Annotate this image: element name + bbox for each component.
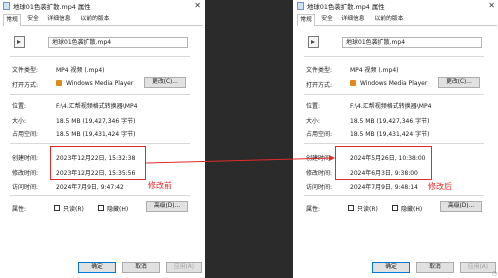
modified-label: 修改时间:: [12, 170, 39, 177]
location-value: F:\4.汇帮视频格式转换器\MP4: [350, 103, 432, 110]
media-player-icon: [350, 80, 356, 86]
video-file-icon: [14, 36, 25, 48]
before-note: 修改前: [148, 181, 172, 190]
cancel-button[interactable]: 取消: [416, 262, 454, 273]
opens-with-value: Windows Media Player: [66, 80, 134, 87]
readonly-checkbox[interactable]: [348, 205, 354, 211]
tab-divider: [297, 25, 497, 26]
disk-size-value: 18.5 MB (19,431,424 字节): [56, 131, 136, 138]
filename-field[interactable]: 地球01色袭扩散.mp4: [48, 37, 188, 48]
location-label: 位置:: [12, 103, 27, 110]
apply-button[interactable]: 应用(A): [460, 262, 496, 273]
divider: [304, 195, 484, 196]
created-label: 创建时间:: [12, 155, 39, 162]
divider: [10, 94, 190, 95]
file-icon: [3, 2, 10, 10]
ok-button[interactable]: 确定: [78, 262, 116, 273]
disk-size-value: 18.5 MB (19,431,424 字节): [350, 131, 430, 138]
divider: [304, 56, 484, 57]
attributes-label: 属性:: [306, 206, 321, 213]
properties-dialog-before: 地球01色袭扩散.mp4 属性 ✕ 常规 安全 详细信息 以前的版本 地球01色…: [0, 0, 204, 278]
size-value: 18.5 MB (19,427,346 字节): [56, 118, 136, 125]
window-title: 地球01色袭扩散.mp4 属性: [13, 3, 91, 11]
accessed-value: 2024年7月9日, 9:47:42: [56, 184, 124, 191]
advanced-button[interactable]: 高级(D)...: [146, 201, 188, 212]
divider: [10, 195, 190, 196]
tab-security[interactable]: 安全: [25, 14, 41, 25]
accessed-value: 2024年7月9日, 9:48:14: [350, 184, 418, 191]
change-button[interactable]: 更改(C)...: [144, 77, 186, 88]
size-value: 18.5 MB (19,427,346 字节): [350, 118, 430, 125]
disk-size-label: 占用空间:: [306, 131, 333, 138]
readonly-label: 只读(R): [63, 206, 84, 213]
tab-divider: [3, 25, 203, 26]
hidden-checkbox[interactable]: [98, 205, 104, 211]
opens-with-label: 打开方式:: [306, 82, 333, 89]
hidden-label: 隐藏(H): [401, 206, 423, 213]
title-bar: 地球01色袭扩散.mp4 属性 ✕: [0, 0, 204, 12]
title-bar: 地球01色袭扩散.mp4 属性 ✕: [294, 0, 498, 12]
cancel-button[interactable]: 取消: [122, 262, 160, 273]
ok-button[interactable]: 确定: [372, 262, 410, 273]
modified-label: 修改时间:: [306, 170, 333, 177]
highlight-box: [335, 146, 432, 180]
type-label: 文件类型:: [306, 67, 333, 74]
divider: [304, 94, 484, 95]
size-label: 大小:: [306, 118, 321, 125]
readonly-checkbox[interactable]: [54, 205, 60, 211]
created-label: 创建时间:: [306, 155, 333, 162]
divider: [10, 143, 190, 144]
tab-details[interactable]: 详细信息: [45, 14, 73, 25]
hidden-label: 隐藏(H): [107, 206, 129, 213]
tab-general[interactable]: 常规: [297, 14, 315, 26]
video-file-icon: [308, 36, 319, 48]
type-value: MP4 视频 (.mp4): [56, 67, 105, 74]
accessed-label: 访问时间:: [12, 184, 39, 191]
after-note: 修改后: [428, 182, 452, 191]
background-divider: [205, 0, 293, 278]
disk-size-label: 占用空间:: [12, 131, 39, 138]
file-icon: [297, 2, 304, 10]
location-label: 位置:: [306, 103, 321, 110]
tab-previous-versions[interactable]: 以前的版本: [77, 14, 113, 25]
type-value: MP4 视频 (.mp4): [350, 67, 399, 74]
attributes-label: 属性:: [12, 206, 27, 213]
change-button[interactable]: 更改(C)...: [438, 77, 480, 88]
advanced-button[interactable]: 高级(D)...: [440, 201, 482, 212]
filename-field[interactable]: 地球01色袭扩散.mp4: [342, 37, 482, 48]
divider: [10, 56, 190, 57]
close-icon[interactable]: ✕: [194, 1, 201, 10]
apply-button[interactable]: 应用(A): [166, 262, 202, 273]
tab-previous-versions[interactable]: 以前的版本: [371, 14, 407, 25]
watermark-icon: ◔: [491, 270, 497, 277]
properties-dialog-after: 地球01色袭扩散.mp4 属性 ✕ 常规 安全 详细信息 以前的版本 地球01色…: [294, 0, 498, 278]
highlight-box: [50, 146, 146, 180]
location-value: F:\4.汇帮视频格式转换器\MP4: [56, 103, 138, 110]
tab-details[interactable]: 详细信息: [339, 14, 367, 25]
hidden-checkbox[interactable]: [392, 205, 398, 211]
size-label: 大小:: [12, 118, 27, 125]
media-player-icon: [56, 80, 62, 86]
opens-with-label: 打开方式:: [12, 82, 39, 89]
tab-security[interactable]: 安全: [319, 14, 335, 25]
tab-general[interactable]: 常规: [3, 14, 21, 26]
type-label: 文件类型:: [12, 67, 39, 74]
window-title: 地球01色袭扩散.mp4 属性: [307, 3, 385, 11]
opens-with-value: Windows Media Player: [360, 80, 428, 87]
divider: [304, 143, 484, 144]
readonly-label: 只读(R): [357, 206, 378, 213]
close-icon[interactable]: ✕: [488, 1, 495, 10]
accessed-label: 访问时间:: [306, 184, 333, 191]
